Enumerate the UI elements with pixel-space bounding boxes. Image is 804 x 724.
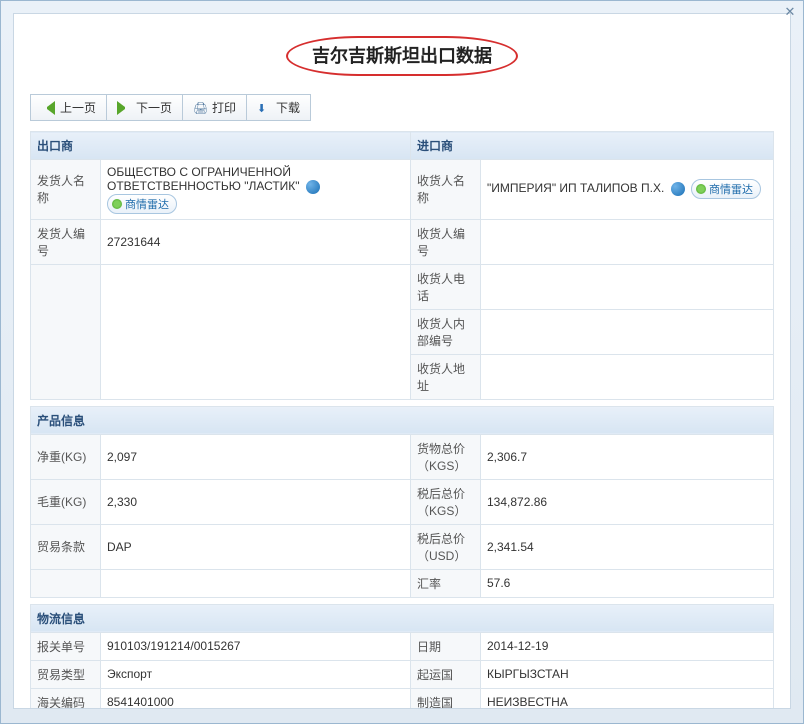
val-consignee-internal (481, 309, 774, 354)
radar-button[interactable]: 商情雷达 (691, 179, 761, 199)
lbl-rate: 汇率 (411, 569, 481, 597)
download-button[interactable]: 下载 (246, 94, 311, 121)
prev-label: 上一页 (60, 99, 96, 116)
lbl-origin-ship: 起运国 (411, 660, 481, 688)
val-mfg-country: НЕИЗВЕСТНА (481, 688, 774, 709)
next-label: 下一页 (136, 99, 172, 116)
radar-icon (696, 184, 706, 194)
lbl-trade-type: 贸易类型 (31, 660, 101, 688)
globe-icon[interactable] (306, 180, 320, 194)
prev-button[interactable]: 上一页 (30, 94, 107, 121)
val-trade-terms: DAP (101, 524, 411, 569)
val-shipper-code: 27231644 (101, 219, 411, 264)
radar-button[interactable]: 商情雷达 (107, 194, 177, 214)
empty-cell (101, 569, 411, 597)
toolbar: 上一页 下一页 打印 下载 (30, 94, 774, 121)
lbl-aftertax-kgs: 税后总价（KGS） (411, 479, 481, 524)
empty-cell (101, 264, 411, 399)
val-total-kgs: 2,306.7 (481, 434, 774, 479)
lbl-trade-terms: 贸易条款 (31, 524, 101, 569)
radar-icon (112, 199, 122, 209)
next-button[interactable]: 下一页 (106, 94, 183, 121)
consignee-name-text: "ИМПЕРИЯ" ИП ТАЛИПОВ П.Х. (487, 182, 664, 196)
lbl-gross-weight: 毛重(KG) (31, 479, 101, 524)
title-wrap: 吉尔吉斯斯坦出口数据 (30, 36, 774, 76)
lbl-shipper-code: 发货人编号 (31, 219, 101, 264)
shipper-name-text: ОБЩЕСТВО С ОГРАНИЧЕННОЙ ОТВЕТСТВЕННОСТЬЮ… (107, 165, 300, 193)
lbl-net-weight: 净重(KG) (31, 434, 101, 479)
val-consignee-phone (481, 264, 774, 309)
val-gross-weight: 2,330 (101, 479, 411, 524)
product-table: 产品信息 净重(KG) 2,097 货物总价（KGS） 2,306.7 毛重(K… (30, 406, 774, 598)
val-aftertax-kgs: 134,872.86 (481, 479, 774, 524)
lbl-consignee-phone: 收货人电话 (411, 264, 481, 309)
print-label: 打印 (212, 99, 236, 116)
lbl-date: 日期 (411, 632, 481, 660)
page-title: 吉尔吉斯斯坦出口数据 (286, 36, 518, 76)
exporter-header: 出口商 (31, 132, 411, 160)
importer-header: 进口商 (411, 132, 774, 160)
globe-icon[interactable] (671, 182, 685, 196)
arrow-right-icon (117, 101, 131, 115)
arrow-left-icon (41, 101, 55, 115)
val-hs-code: 8541401000 (101, 688, 411, 709)
dialog-window: ✕ 吉尔吉斯斯坦出口数据 上一页 下一页 打印 下载 (0, 0, 804, 724)
lbl-consignee-name: 收货人名称 (411, 160, 481, 220)
val-trade-type: Экспорт (101, 660, 411, 688)
close-icon[interactable]: ✕ (783, 5, 797, 19)
download-label: 下载 (276, 99, 300, 116)
radar-label: 商情雷达 (709, 181, 753, 197)
lbl-consignee-addr: 收货人地址 (411, 354, 481, 399)
radar-label: 商情雷达 (125, 196, 169, 212)
val-consignee-name: "ИМПЕРИЯ" ИП ТАЛИПОВ П.Х. 商情雷达 (481, 160, 774, 220)
print-button[interactable]: 打印 (182, 94, 247, 121)
party-table: 出口商 进口商 发货人名称 ОБЩЕСТВО С ОГРАНИЧЕННОЙ ОТ… (30, 131, 774, 400)
lbl-hs-code: 海关编码 (31, 688, 101, 709)
lbl-shipper-name: 发货人名称 (31, 160, 101, 220)
product-header: 产品信息 (31, 406, 774, 434)
val-aftertax-usd: 2,341.54 (481, 524, 774, 569)
val-net-weight: 2,097 (101, 434, 411, 479)
lbl-consignee-code: 收货人编号 (411, 219, 481, 264)
download-icon (257, 101, 271, 115)
val-consignee-code (481, 219, 774, 264)
printer-icon (193, 101, 207, 115)
logistics-table: 物流信息 报关单号 910103/191214/0015267 日期 2014-… (30, 604, 774, 709)
content-panel: 吉尔吉斯斯坦出口数据 上一页 下一页 打印 下载 出口 (13, 13, 791, 709)
lbl-declaration-no: 报关单号 (31, 632, 101, 660)
empty-cell (31, 569, 101, 597)
lbl-aftertax-usd: 税后总价（USD） (411, 524, 481, 569)
val-shipper-name: ОБЩЕСТВО С ОГРАНИЧЕННОЙ ОТВЕТСТВЕННОСТЬЮ… (101, 160, 411, 220)
lbl-consignee-internal: 收货人内部编号 (411, 309, 481, 354)
val-declaration-no: 910103/191214/0015267 (101, 632, 411, 660)
val-rate: 57.6 (481, 569, 774, 597)
lbl-total-kgs: 货物总价（KGS） (411, 434, 481, 479)
empty-cell (31, 264, 101, 399)
val-origin-ship: КЫРГЫЗСТАН (481, 660, 774, 688)
lbl-mfg-country: 制造国 (411, 688, 481, 709)
val-consignee-addr (481, 354, 774, 399)
val-date: 2014-12-19 (481, 632, 774, 660)
logistics-header: 物流信息 (31, 604, 774, 632)
